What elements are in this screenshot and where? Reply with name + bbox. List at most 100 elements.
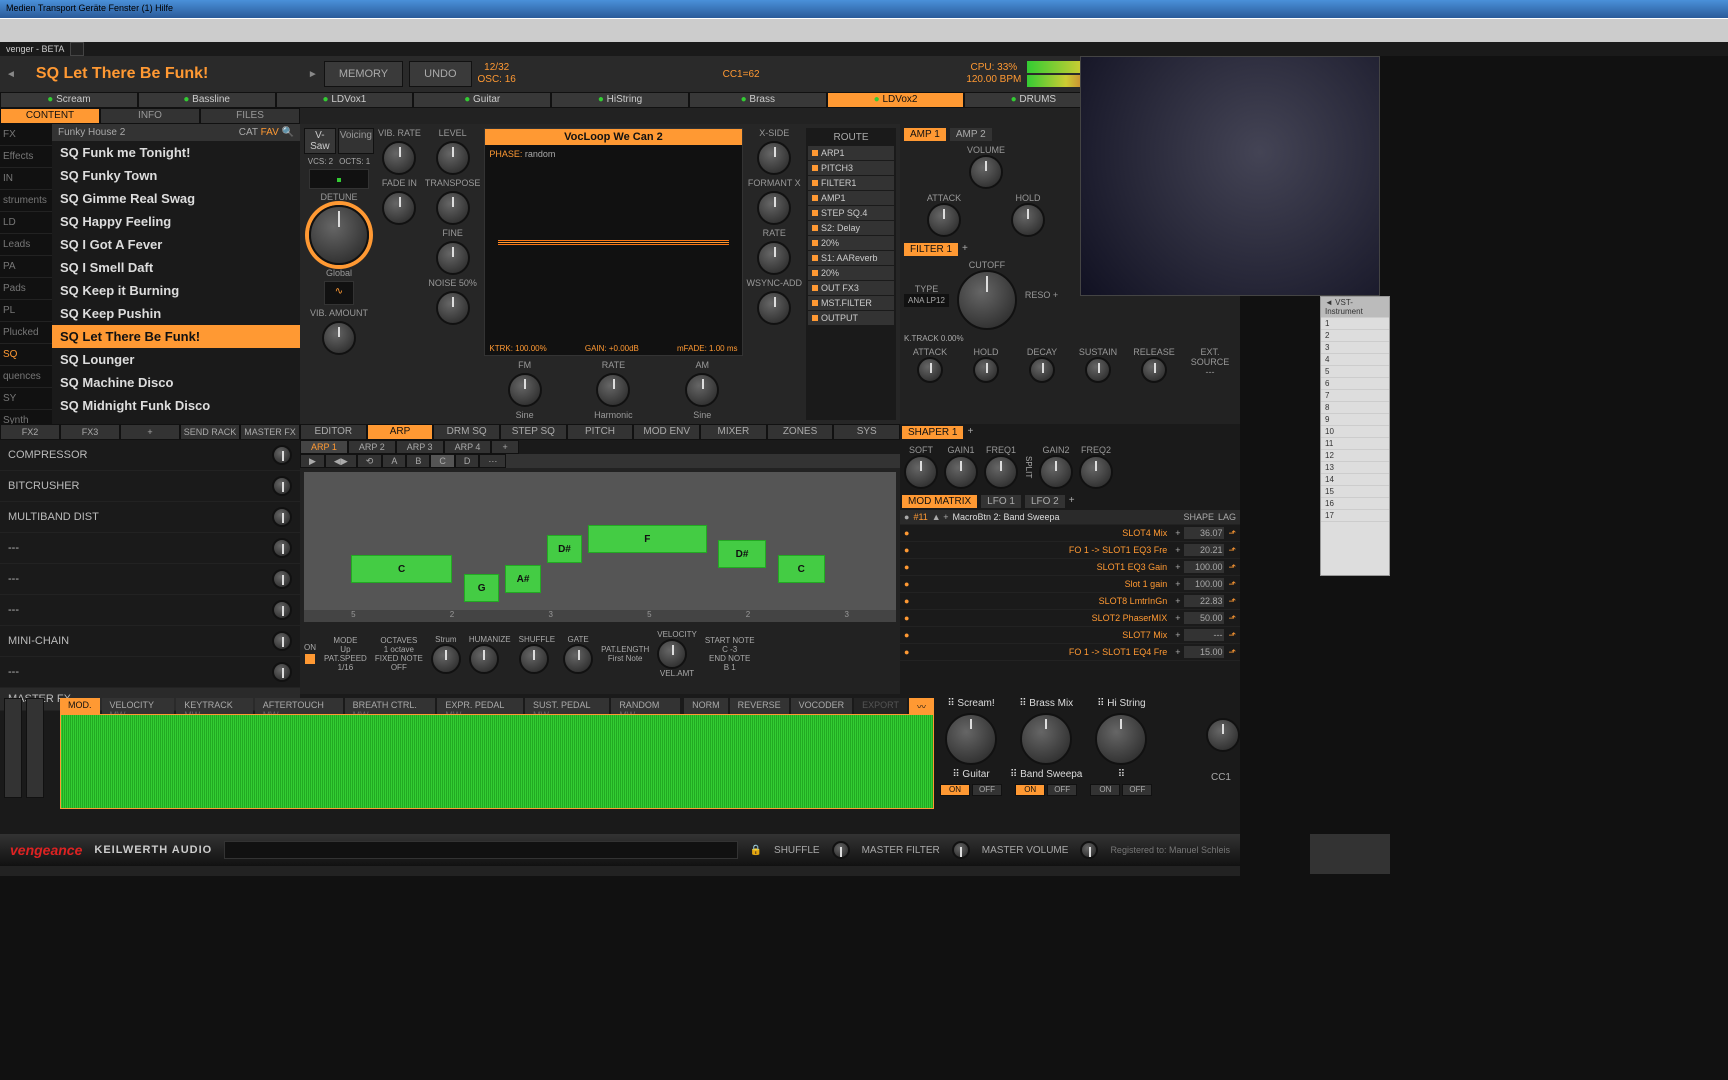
preset-name[interactable]: SQ Let There Be Funk! [22, 65, 302, 83]
editor-tab[interactable]: SYS [833, 424, 900, 440]
editor-tab[interactable]: EDITOR [300, 424, 367, 440]
osc-tab-2[interactable]: ● LDVox1 [276, 92, 414, 108]
add-lfo[interactable]: + [1069, 495, 1075, 508]
rack-slot[interactable]: 6 [1321, 378, 1389, 390]
fx-slot[interactable]: MULTIBAND DIST [0, 502, 300, 533]
tab-content[interactable]: CONTENT [0, 108, 100, 124]
lane-btn[interactable]: B [406, 454, 430, 468]
fh-knob[interactable] [973, 357, 999, 383]
preset-item[interactable]: SQ Keep it Burning [52, 279, 300, 302]
rack-slot[interactable]: 3 [1321, 342, 1389, 354]
noise-knob[interactable] [436, 291, 470, 325]
preset-item[interactable]: SQ Happy Feeling [52, 210, 300, 233]
fx-slot[interactable]: --- [0, 533, 300, 564]
f2-knob[interactable] [1079, 455, 1113, 489]
fd-knob[interactable] [1029, 357, 1055, 383]
volume-knob[interactable] [969, 155, 1003, 189]
reverse-btn[interactable]: REVERSE [730, 698, 789, 714]
preset-item[interactable]: SQ Gimme Real Swag [52, 187, 300, 210]
mfilter-knob[interactable] [952, 841, 970, 859]
level-knob[interactable] [436, 141, 470, 175]
mod-row[interactable]: ●SLOT1 EQ3 Gain+100.00⬏ [900, 559, 1240, 576]
cc-knob[interactable] [1206, 718, 1240, 752]
vel-knob[interactable] [657, 639, 687, 669]
transpose-knob[interactable] [436, 191, 470, 225]
fx-slot[interactable]: --- [0, 564, 300, 595]
preset-item[interactable]: SQ I Got A Fever [52, 233, 300, 256]
rack-slot[interactable]: 16 [1321, 498, 1389, 510]
arp-tab[interactable]: ARP 1 [300, 440, 348, 454]
rack-slot[interactable]: 11 [1321, 438, 1389, 450]
vsaw-tab[interactable]: V-Saw [304, 128, 336, 154]
mod-row[interactable]: ●SLOT8 LmtrInGn+22.83⬏ [900, 593, 1240, 610]
arp-tab[interactable]: ARP 2 [348, 440, 396, 454]
rack-slot[interactable]: 5 [1321, 366, 1389, 378]
lane-btn[interactable]: ⋯ [479, 454, 506, 468]
norm-btn[interactable]: NORM [684, 698, 728, 714]
preset-item[interactable]: SQ Machine Disco [52, 371, 300, 394]
perf-tab[interactable]: RANDOM MW [611, 698, 680, 714]
lane-btn[interactable]: C [430, 454, 455, 468]
fx-slot[interactable]: BITCRUSHER [0, 471, 300, 502]
rack-slot[interactable]: 10 [1321, 426, 1389, 438]
perf-tab[interactable]: KEYTRACK MW [176, 698, 252, 714]
editor-tab[interactable]: STEP SQ [500, 424, 567, 440]
macro-knob[interactable] [945, 713, 997, 765]
mod-wheel[interactable] [26, 698, 44, 798]
cat-Pads[interactable]: Pads [0, 278, 52, 300]
rack-slot[interactable]: 17 [1321, 510, 1389, 522]
fx-slot[interactable]: COMPRESSOR [0, 440, 300, 471]
cutoff-knob[interactable] [957, 270, 1017, 330]
rate2-knob[interactable] [757, 241, 791, 275]
fa-knob[interactable] [917, 357, 943, 383]
undo-button[interactable]: UNDO [409, 61, 471, 87]
fr-knob[interactable] [1141, 357, 1167, 383]
perf-tab[interactable]: VELOCITY MW [102, 698, 175, 714]
voicing-tab[interactable]: Voicing [338, 128, 374, 154]
waveform-display[interactable]: VocLoop We Can 2 PHASE: random KTRK: 100… [484, 128, 742, 356]
route-item[interactable]: FILTER1 [808, 176, 894, 190]
arp-note[interactable]: C [778, 555, 825, 583]
perf-tab[interactable]: AFTERTOUCH MW [255, 698, 343, 714]
lane-btn[interactable]: D [455, 454, 480, 468]
arp-tab[interactable]: + [491, 440, 518, 454]
mvol-knob[interactable] [1080, 841, 1098, 859]
editor-tab[interactable]: MIXER [700, 424, 767, 440]
mod-curve[interactable] [60, 714, 934, 809]
rack-slot[interactable]: 14 [1321, 474, 1389, 486]
vocoder-btn[interactable]: VOCODER [791, 698, 853, 714]
mod-row[interactable]: ●SLOT2 PhaserMIX+50.00⬏ [900, 610, 1240, 627]
fadein-knob[interactable] [382, 191, 416, 225]
arp-note[interactable]: A# [505, 565, 541, 593]
fs-knob[interactable] [1085, 357, 1111, 383]
editor-tab[interactable]: MOD ENV [633, 424, 700, 440]
arp-tab[interactable]: ARP 3 [396, 440, 444, 454]
h-knob[interactable] [1011, 203, 1045, 237]
route-item[interactable]: MST.FILTER [808, 296, 894, 310]
prev-preset[interactable]: ◄ [6, 69, 16, 80]
vibrate-knob[interactable] [382, 141, 416, 175]
lane-btn[interactable]: A [382, 454, 406, 468]
osc-tab-6[interactable]: ● LDVox2 [827, 92, 965, 108]
arp-tab[interactable]: ARP 4 [444, 440, 492, 454]
macro-knob[interactable] [1095, 713, 1147, 765]
perf-tab[interactable]: BREATH CTRL. MW [345, 698, 436, 714]
fx-tab[interactable]: SEND RACK [180, 424, 240, 440]
g1-knob[interactable] [944, 455, 978, 489]
mod-tab[interactable]: MOD. [60, 698, 100, 714]
arp-note[interactable]: D# [547, 535, 583, 563]
add-filter[interactable]: + [962, 243, 968, 256]
cat-PA[interactable]: PA [0, 256, 52, 278]
fine-knob[interactable] [436, 241, 470, 275]
a-knob[interactable] [927, 203, 961, 237]
rack-slot[interactable]: 1 [1321, 318, 1389, 330]
preset-item[interactable]: SQ Let There Be Funk! [52, 325, 300, 348]
humanize-knob[interactable] [469, 644, 499, 674]
fx-slot[interactable]: MINI-CHAIN [0, 626, 300, 657]
soft-knob[interactable] [904, 455, 938, 489]
cat-Leads[interactable]: Leads [0, 234, 52, 256]
route-item[interactable]: OUT FX3 [808, 281, 894, 295]
rack-slot[interactable]: 2 [1321, 330, 1389, 342]
fx-tab[interactable]: MASTER FX [240, 424, 300, 440]
detune-knob[interactable] [309, 205, 369, 265]
